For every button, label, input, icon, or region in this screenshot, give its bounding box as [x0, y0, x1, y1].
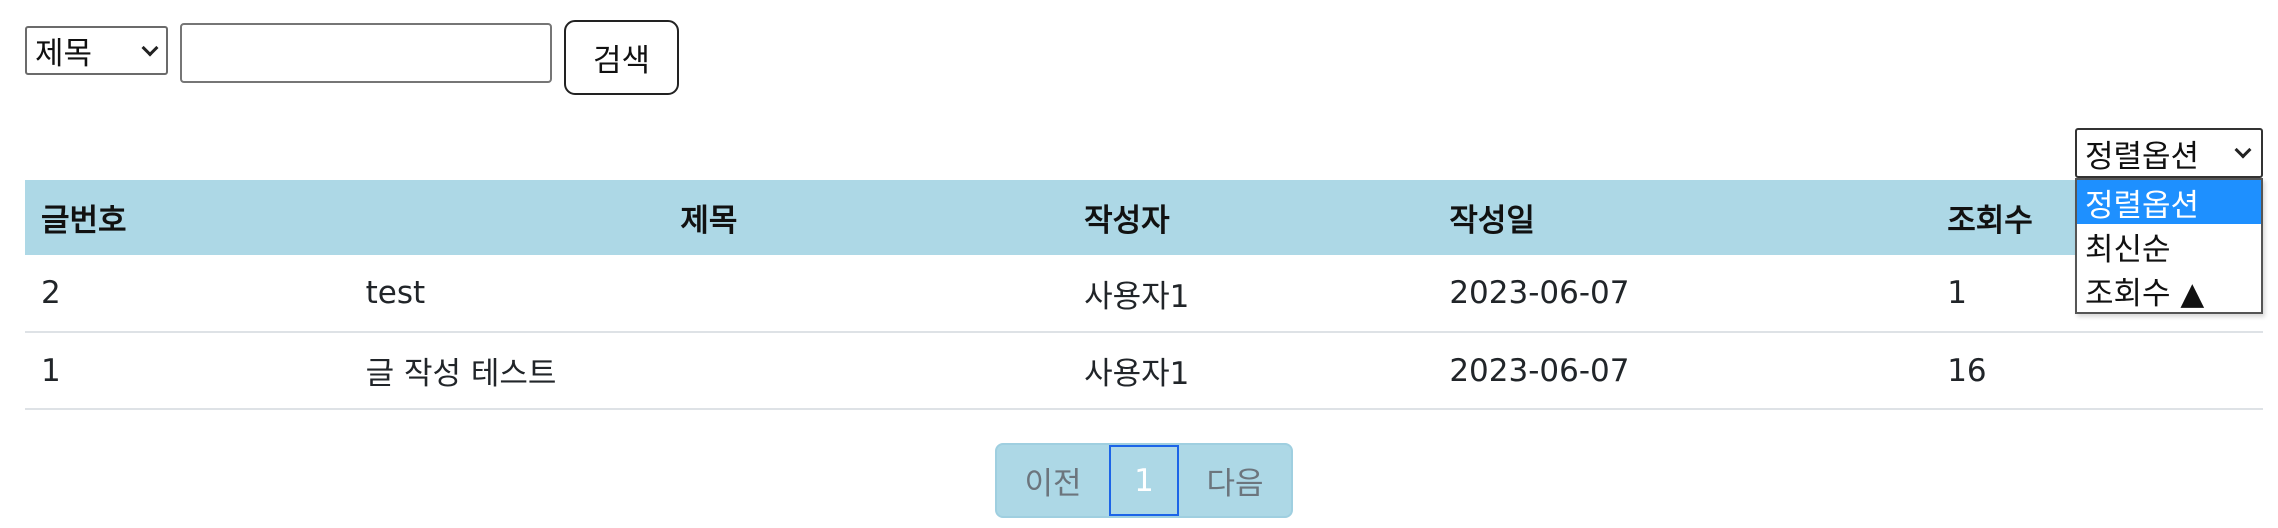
post-title-link[interactable]: 글 작성 테스트	[350, 332, 1068, 409]
search-input[interactable]	[180, 23, 552, 83]
sort-select[interactable]: 정렬옵션	[2075, 128, 2263, 178]
post-date: 2023-06-07	[1449, 352, 1630, 389]
header-author: 작성자	[1084, 203, 1170, 239]
pagination-next-button[interactable]: 다음	[1179, 445, 1291, 516]
pagination-page-1[interactable]: 1	[1109, 445, 1179, 516]
pagination: 이전 1 다음	[995, 443, 1293, 518]
sort-dropdown-list: 정렬옵션 최신순 조회수 ▲	[2075, 178, 2263, 314]
header-date: 작성일	[1449, 203, 1535, 239]
table-header: 글번호 제목 작성자 작성일 조회수	[25, 180, 2263, 255]
sort-option-latest[interactable]: 최신순	[2077, 224, 2261, 268]
sort-option-default[interactable]: 정렬옵션	[2077, 180, 2261, 224]
chevron-down-icon	[141, 39, 159, 57]
sort-select-value: 정렬옵션	[2085, 138, 2200, 175]
post-number: 1	[41, 352, 61, 389]
header-post-number: 글번호	[41, 203, 127, 239]
pagination-prev-button[interactable]: 이전	[997, 445, 1109, 516]
table-row[interactable]: 2 test 사용자1 2023-06-07 1	[25, 255, 2263, 332]
search-field-select[interactable]: 제목	[25, 26, 168, 75]
sort-option-views[interactable]: 조회수 ▲	[2077, 268, 2261, 312]
search-button[interactable]: 검색	[564, 20, 679, 95]
post-number: 2	[41, 275, 61, 311]
board-table: 글번호 제목 작성자 작성일 조회수 2 test 사용자1 2023-06-0…	[25, 180, 2263, 410]
post-author: 사용자1	[1084, 278, 1190, 315]
header-title: 제목	[680, 203, 738, 239]
post-author: 사용자1	[1084, 356, 1190, 392]
post-date: 2023-06-07	[1449, 275, 1630, 311]
post-title-link[interactable]: test	[350, 255, 1068, 332]
search-field-select-value: 제목	[35, 36, 93, 72]
chevron-down-icon	[2234, 141, 2252, 159]
post-views: 16	[1947, 352, 1987, 389]
table-row[interactable]: 1 글 작성 테스트 사용자1 2023-06-07 16	[25, 332, 2263, 409]
